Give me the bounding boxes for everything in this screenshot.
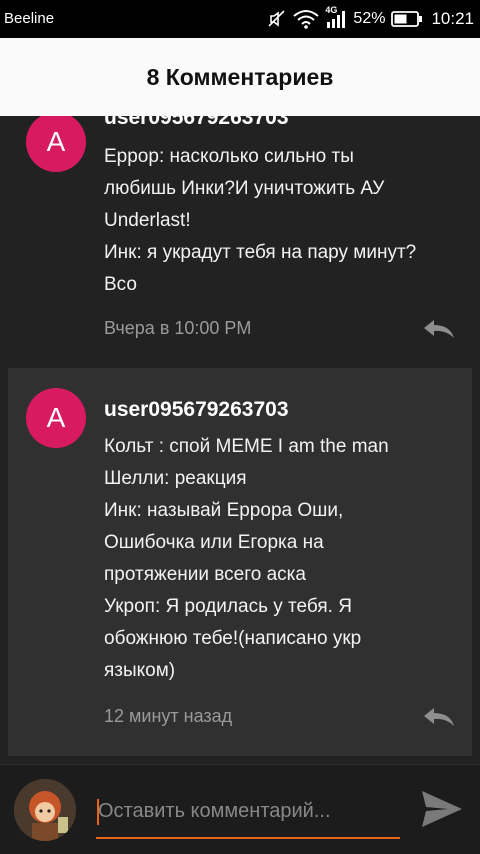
comment-input[interactable]: Оставить комментарий...	[96, 789, 400, 839]
status-bar: Beeline 4G 52% 10:21	[0, 0, 480, 38]
comment-line: Еррор: насколько сильно ты	[104, 146, 354, 167]
comment-username[interactable]: user095679263703	[104, 116, 289, 130]
wifi-icon	[293, 9, 320, 29]
avatar[interactable]: A	[26, 388, 86, 448]
network-type: 4G	[325, 5, 338, 15]
mute-icon	[267, 9, 287, 29]
comment-line: Шелли: реакция	[104, 468, 247, 489]
carrier-name: Beeline	[4, 10, 55, 27]
comment-line: Кольт : спой MEME I am the man	[104, 436, 389, 457]
comment-text: Кольт : спой MEME I am the man Шелли: ре…	[104, 431, 466, 687]
reply-icon[interactable]	[422, 318, 456, 340]
comment-timestamp: Вчера в 10:00 PM	[104, 318, 252, 338]
user-avatar[interactable]	[14, 779, 76, 841]
comment-card: A user095679263703 Еррор: насколько силь…	[8, 116, 472, 338]
text-cursor	[97, 799, 99, 825]
page-title: 8 Комментариев	[146, 63, 334, 90]
comment-line: протяжении всего аска	[104, 564, 306, 585]
app-header: 8 Комментариев	[0, 38, 480, 116]
send-icon[interactable]	[420, 789, 464, 829]
comment-line: любишь Инки?И уничтожить АУ	[104, 178, 385, 199]
clock: 10:21	[431, 9, 474, 28]
comment-line: Укроп: Я родилась у тебя. Я	[104, 596, 352, 617]
comment-card: A user095679263703 Кольт : спой MEME I a…	[8, 368, 472, 756]
comment-composer: Оставить комментарий...	[0, 764, 480, 854]
status-icons: 4G 52% 10:21	[267, 5, 474, 31]
comment-line: Underlast!	[104, 210, 191, 231]
comment-text: Еррор: насколько сильно ты любишь Инки?И…	[104, 141, 466, 301]
battery-percent: 52%	[353, 10, 386, 27]
comment-list[interactable]: A user095679263703 Еррор: насколько силь…	[0, 116, 480, 764]
comment-line: Ошибочка или Егорка на	[104, 532, 324, 553]
signal-icon: 4G	[325, 5, 347, 29]
comment-line: Инк: я украдут тебя на пару минут?	[104, 242, 417, 263]
comment-timestamp: 12 минут назад	[104, 706, 233, 726]
reply-icon[interactable]	[422, 706, 456, 728]
comment-line: обожнюю тебе!(написано укр	[104, 628, 362, 649]
comment-username[interactable]: user095679263703	[104, 398, 289, 422]
comment-line: Инк: называй Еррора Оши,	[104, 500, 344, 521]
comment-line: языком)	[104, 660, 176, 681]
comment-line: Всо	[104, 274, 137, 295]
battery-icon	[391, 10, 423, 28]
avatar[interactable]: A	[26, 116, 86, 172]
